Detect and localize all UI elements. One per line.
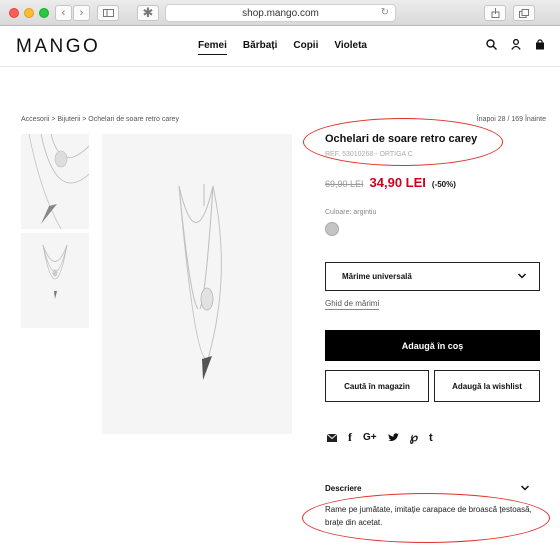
- close-window-button[interactable]: [9, 8, 19, 18]
- share-links: f G+ ℘ t: [327, 430, 433, 445]
- share-icon: [491, 8, 499, 18]
- necklace-image: [42, 244, 68, 299]
- forward-button[interactable]: ›: [73, 5, 90, 21]
- favorites-button[interactable]: ✱: [137, 5, 159, 21]
- necklace-image: [28, 133, 90, 230]
- nav-item-barbati[interactable]: Bărbați: [243, 40, 277, 55]
- sale-price: 34,90 LEI: [369, 175, 426, 190]
- twitter-icon[interactable]: [387, 433, 399, 442]
- size-guide-link[interactable]: Ghid de mărimi: [325, 299, 380, 310]
- facebook-icon[interactable]: f: [348, 430, 352, 445]
- user-icon[interactable]: [511, 39, 521, 50]
- google-plus-icon[interactable]: G+: [363, 432, 377, 443]
- product-main-image[interactable]: [102, 134, 292, 434]
- product-title: Ochelari de soare retro carey: [325, 133, 478, 145]
- add-to-wishlist-button[interactable]: Adaugă la wishlist: [434, 370, 540, 402]
- product-thumbnail-2[interactable]: [21, 233, 89, 328]
- chevron-right-icon: ›: [79, 7, 84, 19]
- description-text: Rame pe jumătate, imitație carapace de b…: [325, 505, 532, 527]
- breadcrumb[interactable]: Accesorii > Bijuterii > Ochelari de soar…: [21, 116, 179, 123]
- size-select[interactable]: Mărime universală: [325, 262, 540, 291]
- zoom-window-button[interactable]: [39, 8, 49, 18]
- search-icon[interactable]: [486, 39, 497, 50]
- chevron-down-icon: [517, 273, 527, 279]
- bag-icon[interactable]: [535, 39, 545, 50]
- sidebar-button[interactable]: [97, 5, 119, 21]
- mango-logo[interactable]: MANGO: [16, 36, 100, 58]
- description-heading[interactable]: Descriere: [325, 484, 361, 493]
- nav-item-violeta[interactable]: Violeta: [334, 40, 367, 55]
- discount-badge: (-50%): [431, 180, 456, 189]
- size-select-value: Mărime universală: [342, 272, 412, 281]
- sidebar-icon: [102, 9, 114, 17]
- main-nav: Femei Bărbați Copii Violeta: [198, 40, 367, 55]
- price-block: 69,90 LEI 34,90 LEI (-50%): [325, 175, 456, 190]
- tabs-button[interactable]: [513, 5, 535, 21]
- share-button[interactable]: [484, 5, 506, 21]
- mail-icon[interactable]: [327, 433, 337, 442]
- tumblr-icon[interactable]: t: [429, 432, 433, 444]
- site-header: MANGO Femei Bărbați Copii Violeta: [0, 27, 560, 67]
- chevron-left-icon: ‹: [61, 7, 66, 19]
- find-in-store-button[interactable]: Caută în magazin: [325, 370, 429, 402]
- add-to-bag-button[interactable]: Adaugă în coș: [325, 330, 540, 361]
- pinterest-icon[interactable]: ℘: [410, 430, 418, 445]
- back-button[interactable]: ‹: [55, 5, 72, 21]
- browser-toolbar: ‹ › ✱ shop.mango.com ↻: [0, 0, 560, 26]
- chevron-down-icon[interactable]: [520, 483, 530, 493]
- minimize-window-button[interactable]: [24, 8, 34, 18]
- necklace-image: [178, 184, 222, 380]
- old-price: 69,90 LEI: [325, 179, 364, 189]
- color-label: Culoare: argintiu: [325, 209, 377, 216]
- address-bar[interactable]: shop.mango.com ↻: [165, 4, 396, 22]
- color-swatch-silver[interactable]: [325, 222, 339, 236]
- nav-item-femei[interactable]: Femei: [198, 40, 227, 55]
- product-thumbnail-1[interactable]: [21, 133, 90, 230]
- product-reference: REF. 53010268 - ORTIGA C: [325, 151, 413, 158]
- nav-item-copii[interactable]: Copii: [293, 40, 318, 55]
- favicon-icon: ✱: [142, 5, 154, 20]
- tabs-icon: [519, 8, 529, 18]
- reload-icon[interactable]: ↻: [381, 7, 389, 18]
- product-pager[interactable]: Înapoi 28 / 169 Înainte: [477, 116, 546, 123]
- url-text: shop.mango.com: [242, 7, 319, 19]
